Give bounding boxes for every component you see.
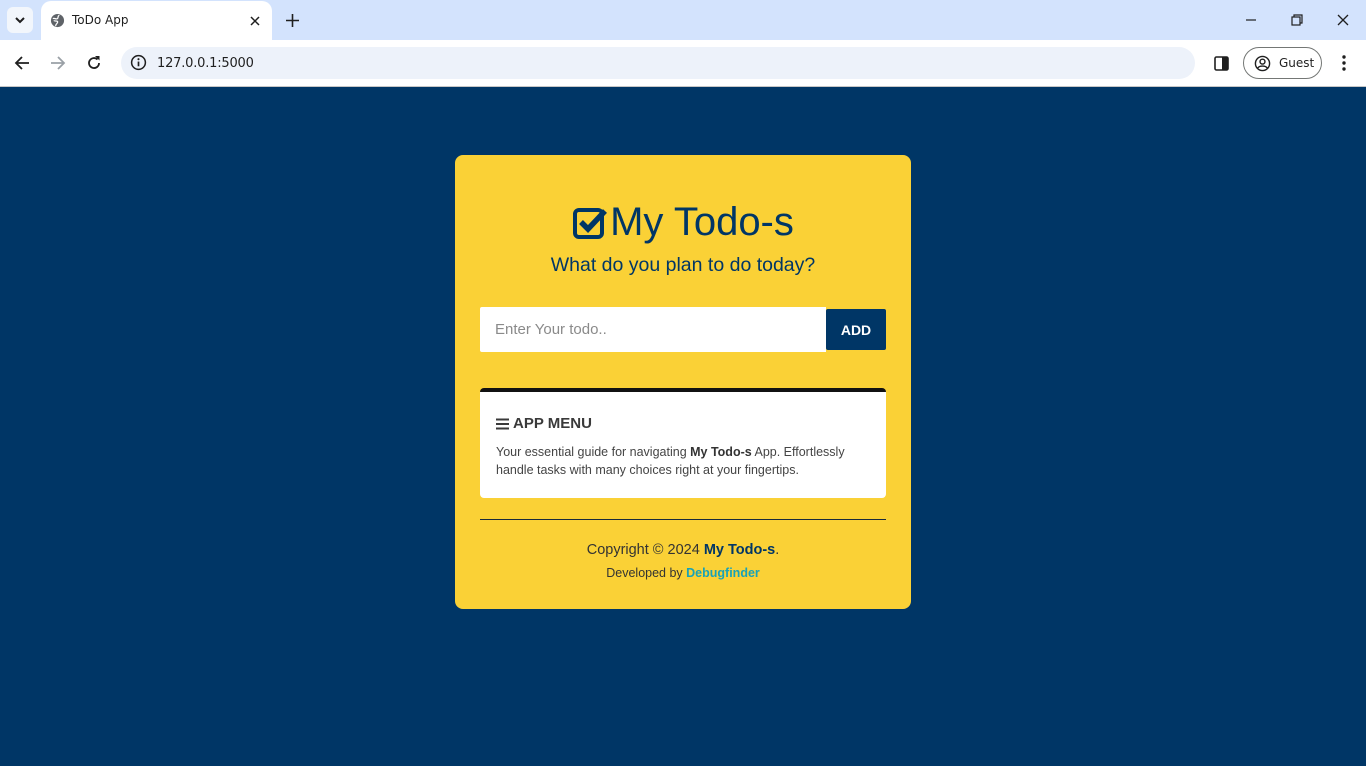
browser-tab-bar: ToDo App: [0, 0, 1366, 40]
restore-button[interactable]: [1285, 8, 1309, 32]
chevron-down-icon: [15, 17, 25, 24]
developed-by-text: Developed by Debugfinder: [455, 566, 911, 580]
close-icon: [1337, 14, 1349, 26]
app-menu-description: Your essential guide for navigating My T…: [496, 443, 876, 479]
reload-icon: [88, 56, 100, 69]
profile-button[interactable]: Guest: [1243, 47, 1322, 79]
check-square-icon: [573, 208, 608, 239]
app-subtitle: What do you plan to do today?: [550, 254, 816, 276]
tab-close-button[interactable]: [247, 13, 263, 29]
kebab-menu-icon: [1342, 55, 1346, 71]
minimize-button[interactable]: [1239, 8, 1263, 32]
side-panel-button[interactable]: [1211, 53, 1231, 73]
menu-text-before: Your essential guide for navigating: [496, 445, 691, 459]
copyright-brand: My Todo-s: [703, 542, 776, 558]
add-button[interactable]: ADD: [826, 309, 886, 350]
close-icon: [250, 16, 260, 26]
info-icon[interactable]: [130, 54, 147, 71]
copyright-text: Copyright © 2024 My Todo-s.: [455, 542, 911, 558]
footer-divider: [480, 519, 886, 520]
back-arrow-icon: [14, 56, 29, 70]
menu-text-brand: My Todo-s: [690, 445, 752, 459]
title-row: My Todo-s: [455, 200, 911, 244]
copyright-suffix: .: [775, 542, 780, 558]
new-tab-button[interactable]: [281, 9, 303, 31]
browser-toolbar: 127.0.0.1:5000 Guest: [0, 40, 1366, 87]
url-text[interactable]: 127.0.0.1:5000: [157, 56, 254, 71]
app-menu-title: APP MENU: [513, 415, 592, 432]
app-menu-header: APP MENU: [496, 415, 592, 432]
reload-button[interactable]: [83, 52, 105, 74]
app-menu-panel: APP MENU Your essential guide for naviga…: [480, 388, 886, 498]
developed-prefix: Developed by: [606, 566, 687, 580]
forward-arrow-icon: [51, 56, 66, 70]
address-bar[interactable]: 127.0.0.1:5000: [121, 47, 1195, 79]
tab-title: ToDo App: [72, 13, 129, 27]
profile-label: Guest: [1279, 56, 1315, 70]
copyright-prefix: Copyright © 2024: [586, 542, 704, 558]
todo-input[interactable]: [480, 307, 826, 352]
restore-icon: [1291, 14, 1303, 26]
profile-icon: [1254, 55, 1271, 72]
browser-tab[interactable]: ToDo App: [41, 1, 272, 40]
back-button[interactable]: [11, 52, 33, 74]
browser-menu-button[interactable]: [1334, 52, 1354, 74]
minimize-icon: [1246, 19, 1256, 21]
close-window-button[interactable]: [1331, 8, 1355, 32]
plus-icon: [285, 13, 299, 27]
tab-search-button[interactable]: [7, 7, 33, 33]
globe-icon: [50, 13, 65, 28]
developer-link[interactable]: Debugfinder: [686, 566, 760, 580]
side-panel-icon: [1213, 55, 1229, 71]
app-title: My Todo-s: [610, 200, 794, 244]
todo-card: My Todo-s What do you plan to do today? …: [455, 155, 911, 609]
forward-button[interactable]: [47, 52, 69, 74]
bars-icon: [496, 418, 509, 429]
